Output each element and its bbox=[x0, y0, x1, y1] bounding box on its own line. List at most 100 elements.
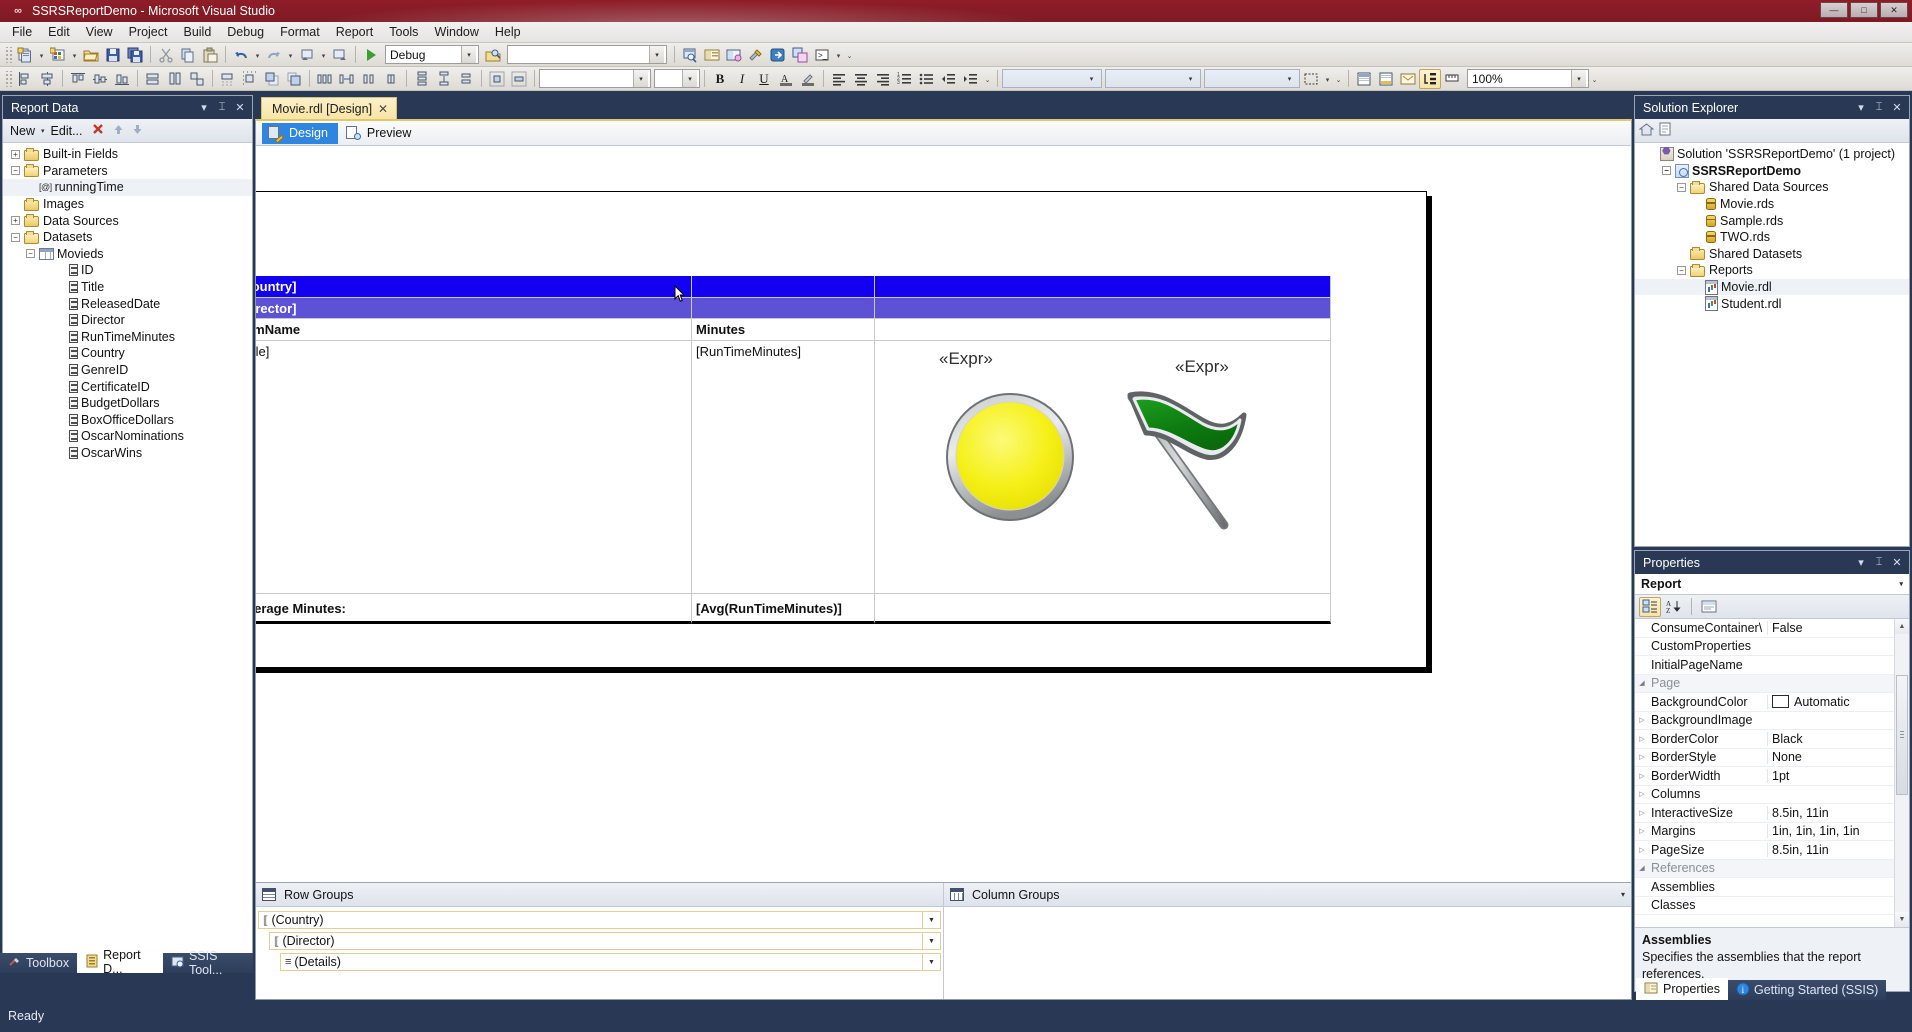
report-header-button[interactable] bbox=[1353, 69, 1375, 89]
director-group-cell-spacer-1[interactable] bbox=[692, 298, 875, 319]
column-header-minutes[interactable]: Minutes bbox=[692, 319, 875, 341]
property-expander-icon[interactable]: ▷ bbox=[1635, 790, 1649, 798]
property-value[interactable]: False bbox=[1767, 620, 1909, 635]
align-bottoms-icon[interactable] bbox=[111, 69, 133, 89]
make-same-height-icon[interactable] bbox=[164, 69, 186, 89]
property-value[interactable]: Automatic bbox=[1767, 694, 1909, 709]
property-row[interactable]: ▷ BorderColor Black bbox=[1635, 730, 1909, 749]
document-tab-movie-rdl[interactable]: Movie.rdl [Design] ✕ bbox=[261, 97, 398, 119]
size-to-grid-icon[interactable] bbox=[217, 69, 239, 89]
toolbar-grip[interactable] bbox=[4, 46, 12, 63]
pin-icon[interactable]: ⌶ bbox=[214, 100, 230, 116]
tree-node[interactable]: Title bbox=[3, 279, 252, 296]
copy-icon[interactable] bbox=[177, 45, 199, 65]
pin-icon[interactable]: ⌶ bbox=[1871, 100, 1887, 116]
bulleted-list-button[interactable] bbox=[916, 69, 938, 89]
chevron-down-icon[interactable]: ▾ bbox=[649, 46, 664, 63]
menu-project[interactable]: Project bbox=[121, 23, 176, 41]
flag-indicator[interactable] bbox=[1120, 387, 1252, 537]
redo-dropdown-icon[interactable]: ▾ bbox=[285, 45, 296, 65]
tree-expander[interactable]: − bbox=[24, 247, 37, 260]
cut-icon[interactable] bbox=[155, 45, 177, 65]
group-dropdown-icon[interactable]: ▼ bbox=[922, 912, 940, 928]
close-icon[interactable]: ✕ bbox=[1889, 555, 1905, 571]
tree-node[interactable]: + Data Sources bbox=[3, 212, 252, 229]
property-row[interactable]: CustomProperties bbox=[1635, 638, 1909, 656]
font-family-select[interactable]: ▾ bbox=[539, 69, 651, 88]
tree-node[interactable]: Movie.rds bbox=[1635, 196, 1909, 213]
make-same-width-icon[interactable] bbox=[142, 69, 164, 89]
object-browser-icon[interactable] bbox=[723, 45, 745, 65]
increase-vertical-spacing-icon[interactable] bbox=[433, 69, 455, 89]
detail-cell-title[interactable]: [Title] bbox=[256, 341, 692, 594]
property-expander-icon[interactable]: ▷ bbox=[1635, 716, 1649, 724]
make-same-size-icon[interactable] bbox=[186, 69, 208, 89]
tree-node[interactable]: OscarWins bbox=[3, 445, 252, 462]
tab-preview[interactable]: Preview bbox=[340, 123, 421, 144]
table-row-details[interactable]: [Title] [RunTimeMinutes] «Expr» «Expr» bbox=[256, 341, 1332, 594]
chevron-down-icon[interactable]: ▾ bbox=[682, 70, 697, 87]
make-vertical-spacing-equal-icon[interactable] bbox=[411, 69, 433, 89]
group-row[interactable]: ⟦ (Country) ▼ bbox=[258, 911, 941, 929]
open-file-icon[interactable] bbox=[80, 45, 102, 65]
property-row[interactable]: InitialPageName bbox=[1635, 656, 1909, 675]
tree-expander[interactable]: − bbox=[1675, 264, 1688, 277]
chevron-down-icon[interactable]: ▾ bbox=[41, 127, 45, 135]
bold-button[interactable]: B bbox=[709, 69, 731, 89]
highlight-color-button[interactable] bbox=[797, 69, 819, 89]
align-text-right-button[interactable] bbox=[872, 69, 894, 89]
tree-node[interactable]: CertificateID bbox=[3, 378, 252, 395]
alphabetical-icon[interactable]: AZ bbox=[1663, 597, 1685, 617]
report-data-tab[interactable]: Report D... bbox=[77, 948, 163, 976]
new-project-dropdown-icon[interactable]: ▾ bbox=[36, 45, 47, 65]
solution-configuration-select[interactable]: Debug ▾ bbox=[385, 45, 479, 64]
detail-cell-minutes[interactable]: [RunTimeMinutes] bbox=[692, 341, 875, 594]
director-group-cell-spacer-2[interactable] bbox=[875, 298, 1331, 319]
navigate-backward-icon[interactable] bbox=[296, 45, 318, 65]
deploy-icon[interactable] bbox=[767, 45, 789, 65]
country-group-cell-spacer-2[interactable] bbox=[875, 276, 1331, 298]
table-row-footer[interactable]: Average Minutes: [Avg(RunTimeMinutes)] bbox=[256, 594, 1332, 624]
align-lefts-icon[interactable] bbox=[14, 69, 36, 89]
property-row[interactable]: ▷ InteractiveSize 8.5in, 11in bbox=[1635, 804, 1909, 823]
properties-page-icon[interactable] bbox=[1658, 122, 1673, 139]
find-in-files-icon[interactable] bbox=[482, 45, 504, 65]
remove-horizontal-spacing-icon[interactable] bbox=[380, 69, 402, 89]
country-group-cell-spacer-1[interactable] bbox=[692, 276, 875, 298]
tree-expander[interactable]: + bbox=[9, 214, 22, 227]
property-row[interactable]: ▷ Margins 1in, 1in, 1in, 1in bbox=[1635, 823, 1909, 841]
categorized-icon[interactable] bbox=[1639, 596, 1661, 617]
report-toolbar-options-icon[interactable]: ⌄ bbox=[1589, 69, 1600, 89]
row-groups-list[interactable]: ⟦ (Country) ▼ ⟦ (Director) ▼ ≡ (Details) ▼ bbox=[256, 907, 943, 999]
chevron-down-icon[interactable]: ▾ bbox=[1621, 890, 1625, 899]
tree-node[interactable]: Student.rdl bbox=[1635, 295, 1909, 312]
tree-node[interactable]: Images bbox=[3, 196, 252, 213]
tab-design[interactable]: Design bbox=[262, 122, 338, 144]
chevron-down-icon[interactable]: ▾ bbox=[461, 46, 476, 63]
property-row[interactable]: ▷ BackgroundImage bbox=[1635, 712, 1909, 730]
table-row-director-group[interactable]: [Director] bbox=[256, 298, 1332, 319]
gauge-circle-indicator[interactable] bbox=[943, 389, 1078, 524]
tree-node[interactable]: OscarNominations bbox=[3, 428, 252, 445]
tree-expander[interactable]: − bbox=[9, 164, 22, 177]
close-icon[interactable]: ✕ bbox=[378, 102, 388, 116]
tree-node[interactable]: GenreID bbox=[3, 362, 252, 379]
property-row[interactable]: ▷ BorderStyle None bbox=[1635, 749, 1909, 767]
property-value[interactable]: 8.5in, 11in bbox=[1767, 805, 1909, 820]
toolbar-grip[interactable] bbox=[4, 70, 12, 87]
grouping-pane-button[interactable] bbox=[1419, 68, 1441, 89]
tree-expander[interactable]: − bbox=[1660, 164, 1673, 177]
tree-node[interactable]: ID bbox=[3, 262, 252, 279]
borders-button[interactable] bbox=[1300, 69, 1322, 89]
menu-window[interactable]: Window bbox=[426, 23, 486, 41]
column-groups-list[interactable] bbox=[944, 907, 1631, 999]
property-expander-icon[interactable]: ▷ bbox=[1635, 809, 1649, 817]
center-vertically-icon[interactable] bbox=[508, 69, 530, 89]
tree-node[interactable]: Director bbox=[3, 312, 252, 329]
scroll-down-arrow-icon[interactable]: ▼ bbox=[1895, 912, 1909, 927]
new-menu-button[interactable]: New bbox=[7, 123, 38, 139]
solution-explorer-icon[interactable] bbox=[679, 45, 701, 65]
tree-node[interactable]: BoxOfficeDollars bbox=[3, 412, 252, 429]
border-toolbar-options-icon[interactable]: ⌄ bbox=[1333, 69, 1344, 89]
tree-node[interactable]: ReleasedDate bbox=[3, 295, 252, 312]
